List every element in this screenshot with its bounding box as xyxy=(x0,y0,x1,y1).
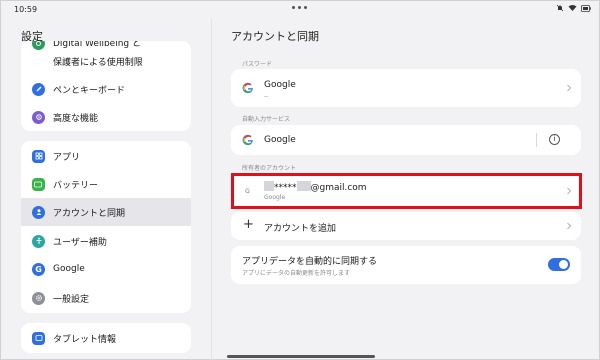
pen-icon xyxy=(32,82,45,96)
mute-icon xyxy=(556,4,564,12)
google-logo-icon xyxy=(242,82,253,94)
chevron-right-icon xyxy=(567,84,572,92)
home-indicator[interactable] xyxy=(227,355,375,358)
sidebar-item-label: 一般設定 xyxy=(53,294,90,305)
auto-sync-title: アプリデータを自動的に同期する xyxy=(242,257,378,267)
sidebar-item-label: アカウントと同期 xyxy=(53,208,126,219)
settings-screen: 10:59 設定 Digital Wellbeing と 保護者による使用制限 xyxy=(0,0,600,360)
wellbeing-icon xyxy=(32,41,45,50)
sidebar-item-label: 高度な機能 xyxy=(53,113,99,124)
pane-divider xyxy=(211,19,212,360)
tablet-info-icon xyxy=(32,331,45,345)
status-icons xyxy=(556,4,591,12)
sidebar-item-label: バッテリー xyxy=(53,180,99,191)
sidebar-item-accessibility[interactable]: ユーザー補助 xyxy=(21,227,191,255)
google-icon: G xyxy=(32,262,45,276)
page-title: アカウントと同期 xyxy=(231,30,319,43)
general-settings-icon xyxy=(32,291,45,305)
section-label-owner: 所有者のアカウント xyxy=(242,165,297,172)
section-label-autofill: 自動入力サービス xyxy=(242,116,291,123)
sidebar-group-2: アプリ バッテリー アカウントと同期 ユーザー補助 G Google 一般設定 xyxy=(21,141,191,313)
sidebar-item-label: 保護者による使用制限 xyxy=(53,58,143,68)
toggle-knob xyxy=(559,260,568,269)
sidebar-group-1: Digital Wellbeing と 保護者による使用制限 ペンとキーボード … xyxy=(21,41,191,131)
row-subtitle: -- xyxy=(264,93,269,100)
accessibility-icon xyxy=(32,234,45,248)
google-logo-icon xyxy=(242,134,253,146)
chevron-right-icon xyxy=(567,222,572,230)
sidebar-group-3: タブレット情報 xyxy=(21,323,191,353)
window-handle-icon[interactable] xyxy=(292,6,307,9)
plus-icon: + xyxy=(243,217,254,232)
sidebar-item-wellbeing[interactable]: Digital Wellbeing と 保護者による使用制限 xyxy=(21,41,191,71)
sidebar-item-label: Google xyxy=(53,264,85,274)
row-title: Google xyxy=(264,135,296,145)
sidebar-item-apps[interactable]: アプリ xyxy=(21,142,191,170)
add-account-label: アカウントを追加 xyxy=(264,224,337,234)
wifi-icon xyxy=(568,5,577,11)
sidebar-item-label: Digital Wellbeing と xyxy=(53,41,141,49)
password-google-row[interactable]: Google -- xyxy=(231,69,581,107)
auto-sync-subtitle: アプリにデータの自動更新を許可します xyxy=(242,270,351,277)
battery-status-icon xyxy=(581,4,591,12)
settings-sidebar: 設定 Digital Wellbeing と 保護者による使用制限 ペンとキーボ… xyxy=(1,1,211,360)
sidebar-item-label: タブレット情報 xyxy=(53,334,117,345)
auto-sync-toggle[interactable] xyxy=(548,258,570,271)
sidebar-item-tablet-info[interactable]: タブレット情報 xyxy=(21,324,191,352)
account-icon xyxy=(32,205,45,219)
section-label-password: パスワード xyxy=(242,61,273,68)
highlight-box xyxy=(231,173,582,209)
sidebar-item-label: アプリ xyxy=(53,152,81,163)
battery-icon xyxy=(32,177,45,191)
sidebar-item-label: ユーザー補助 xyxy=(53,237,107,248)
auto-sync-row[interactable]: アプリデータを自動的に同期する アプリにデータの自動更新を許可します xyxy=(231,246,581,284)
sidebar-item-label: ペンとキーボード xyxy=(53,85,126,96)
sidebar-item-battery[interactable]: バッテリー xyxy=(21,170,191,198)
advanced-icon xyxy=(32,110,45,124)
autofill-google-row[interactable]: Google i xyxy=(231,125,581,155)
info-icon[interactable]: i xyxy=(549,134,560,145)
sidebar-item-general-settings[interactable]: 一般設定 xyxy=(21,284,191,312)
sidebar-item-accounts-sync[interactable]: アカウントと同期 xyxy=(21,198,191,226)
row-title: Google xyxy=(264,80,296,90)
add-account-row[interactable]: + アカウントを追加 xyxy=(231,212,581,240)
sidebar-item-pen-keyboard[interactable]: ペンとキーボード xyxy=(21,75,191,103)
sidebar-item-advanced[interactable]: 高度な機能 xyxy=(21,103,191,131)
apps-icon xyxy=(32,149,45,163)
row-divider xyxy=(536,133,537,147)
sidebar-item-google[interactable]: G Google xyxy=(21,255,191,283)
